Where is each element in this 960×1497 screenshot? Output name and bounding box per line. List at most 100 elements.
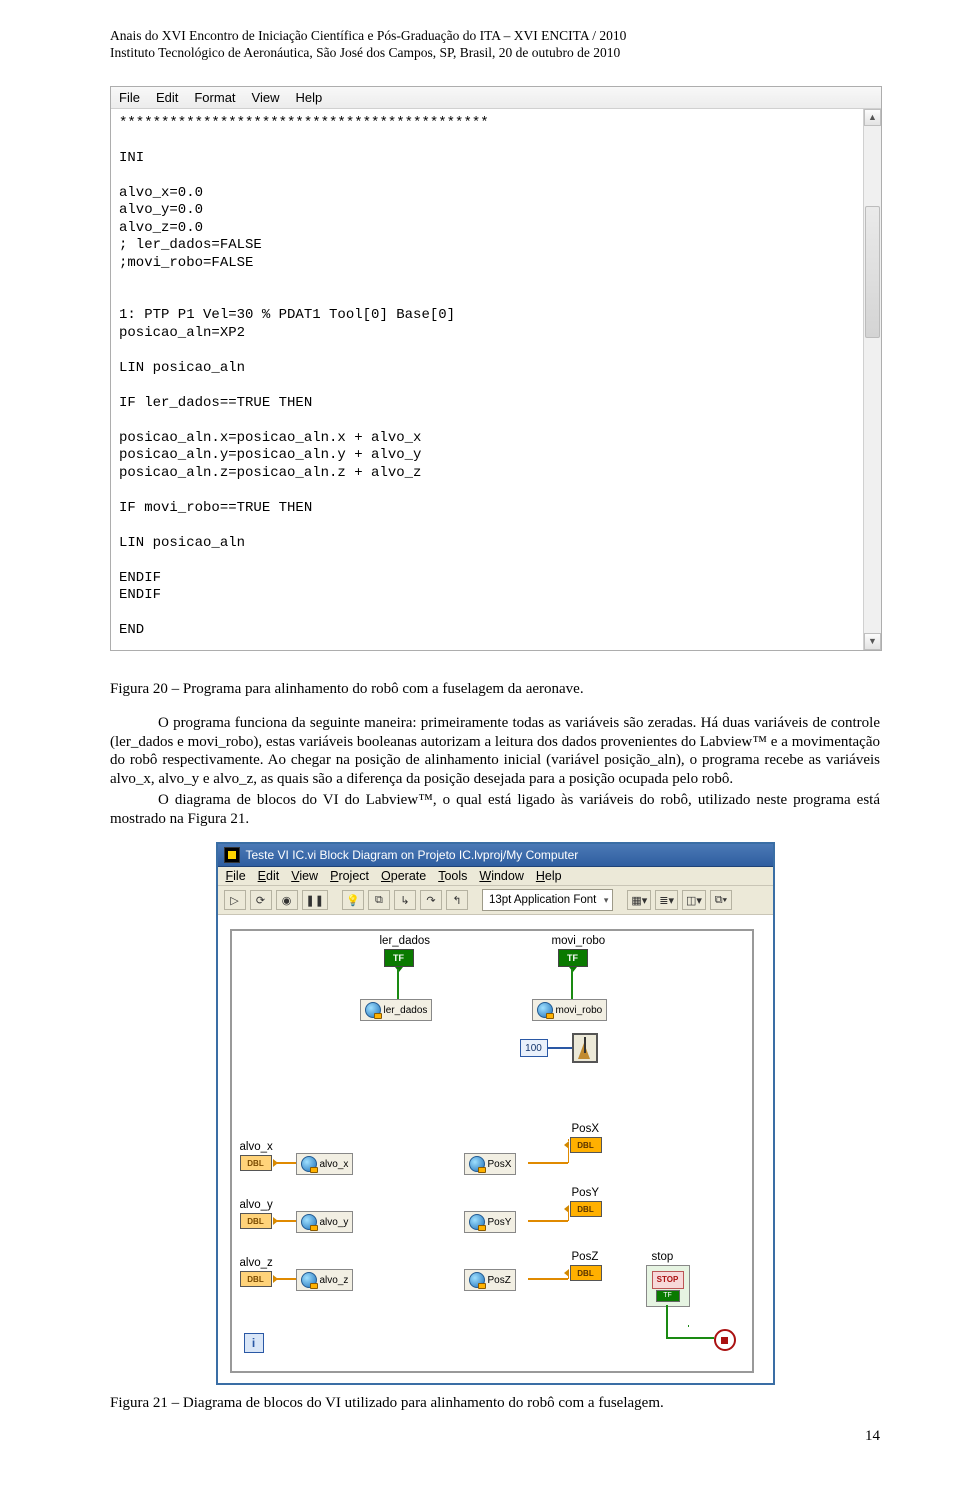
run-continuous-button[interactable]: ⟳ (250, 890, 272, 910)
control-alvo-z[interactable]: DBL (240, 1271, 272, 1287)
loop-condition-stop-icon[interactable] (714, 1329, 736, 1351)
stop-button-icon: STOP (652, 1271, 684, 1289)
lv-menu-window[interactable]: Window (479, 869, 523, 883)
dbl-icon: DBL (570, 1265, 602, 1281)
page-number: 14 (110, 1428, 880, 1445)
control-movi-robo[interactable]: TF (558, 949, 588, 972)
wire (568, 1209, 569, 1221)
control-ler-dados[interactable]: TF (384, 949, 414, 972)
iteration-terminal[interactable]: i (244, 1333, 264, 1353)
page-header: Anais do XVI Encontro de Iniciação Cient… (110, 28, 880, 62)
reorder-button[interactable]: ⧉▾ (710, 890, 732, 910)
control-alvo-y[interactable]: DBL (240, 1213, 272, 1229)
bool-tf-icon: TF (384, 949, 414, 967)
node-ler-dados[interactable]: ler_dados (360, 999, 433, 1021)
node-posx[interactable]: PosX (464, 1153, 517, 1175)
node-posz[interactable]: PosZ (464, 1269, 516, 1291)
retain-wires-button[interactable]: ⧉ (368, 890, 390, 910)
globe-icon (537, 1002, 553, 1018)
scroll-up-button[interactable]: ▲ (864, 109, 881, 126)
dbl-icon: DBL (570, 1201, 602, 1217)
menu-edit[interactable]: Edit (156, 90, 178, 105)
lv-menu-view[interactable]: View (291, 869, 318, 883)
node-movi-robo[interactable]: movi_robo (532, 999, 608, 1021)
constant-100[interactable]: 100 (520, 1039, 548, 1057)
node-label: alvo_x (320, 1159, 349, 1170)
wire (666, 1337, 714, 1339)
dbl-icon: DBL (240, 1271, 272, 1287)
scroll-track[interactable] (864, 126, 881, 633)
stop-control[interactable]: STOP TF (646, 1265, 690, 1307)
wait-ms-node[interactable] (572, 1033, 598, 1063)
wire (274, 1278, 296, 1280)
wire (528, 1162, 568, 1164)
labview-menubar: File Edit View Project Operate Tools Win… (218, 867, 773, 886)
notepad-textarea[interactable]: ****************************************… (111, 109, 863, 650)
menu-help[interactable]: Help (295, 90, 322, 105)
lv-menu-tools[interactable]: Tools (438, 869, 467, 883)
menu-format[interactable]: Format (194, 90, 235, 105)
wire (568, 1145, 569, 1163)
node-label: movi_robo (556, 1005, 603, 1016)
wire (528, 1220, 568, 1222)
node-alvo-x[interactable]: alvo_x (296, 1153, 354, 1175)
node-label: alvo_y (320, 1217, 349, 1228)
label-stop: stop (652, 1251, 674, 1263)
globe-icon (469, 1272, 485, 1288)
lv-menu-help[interactable]: Help (536, 869, 562, 883)
label-posz: PosZ (572, 1251, 599, 1263)
lv-menu-file[interactable]: File (226, 869, 246, 883)
lv-menu-edit[interactable]: Edit (258, 869, 280, 883)
paragraph-1: O programa funciona da seguinte maneira:… (110, 714, 880, 789)
abort-button[interactable]: ◉ (276, 890, 298, 910)
node-posy[interactable]: PosY (464, 1211, 517, 1233)
labview-toolbar: ▷ ⟳ ◉ ❚❚ 💡 ⧉ ↳ ↷ ↰ 13pt Application Font… (218, 886, 773, 915)
labview-window: Teste VI IC.vi Block Diagram on Projeto … (216, 842, 775, 1385)
step-into-button[interactable]: ↳ (394, 890, 416, 910)
notepad-menubar: File Edit Format View Help (111, 87, 881, 109)
indicator-posy[interactable]: DBL (570, 1201, 602, 1217)
header-line-2: Instituto Tecnológico de Aeronáutica, Sã… (110, 45, 880, 62)
scroll-thumb[interactable] (865, 206, 880, 338)
highlight-exec-button[interactable]: 💡 (342, 890, 364, 910)
labview-title-text: Teste VI IC.vi Block Diagram on Projeto … (246, 848, 579, 862)
run-button[interactable]: ▷ (224, 890, 246, 910)
block-diagram-canvas[interactable]: ler_dados TF movi_robo TF ler_dados (218, 915, 773, 1383)
indicator-posz[interactable]: DBL (570, 1265, 602, 1281)
step-over-button[interactable]: ↷ (420, 890, 442, 910)
menu-view[interactable]: View (252, 90, 280, 105)
bool-tf-icon: TF (656, 1290, 680, 1302)
step-out-button[interactable]: ↰ (446, 890, 468, 910)
globe-icon (301, 1272, 317, 1288)
wire (688, 1325, 689, 1327)
control-alvo-x[interactable]: DBL (240, 1155, 272, 1171)
wire (397, 969, 399, 1001)
lv-menu-project[interactable]: Project (330, 869, 369, 883)
wire (274, 1162, 296, 1164)
node-label: alvo_z (320, 1275, 349, 1286)
figure-21-caption: Figura 21 – Diagrama de blocos do VI uti… (110, 1395, 880, 1412)
node-alvo-z[interactable]: alvo_z (296, 1269, 354, 1291)
label-posy: PosY (572, 1187, 600, 1199)
node-alvo-y[interactable]: alvo_y (296, 1211, 354, 1233)
dbl-icon: DBL (240, 1155, 272, 1171)
label-movi-robo: movi_robo (552, 935, 606, 947)
menu-file[interactable]: File (119, 90, 140, 105)
scroll-down-button[interactable]: ▼ (864, 633, 881, 650)
globe-icon (469, 1156, 485, 1172)
distribute-button[interactable]: ≣▾ (655, 890, 678, 910)
pause-button[interactable]: ❚❚ (302, 890, 328, 910)
lv-menu-operate[interactable]: Operate (381, 869, 426, 883)
indicator-posx[interactable]: DBL (570, 1137, 602, 1153)
align-button[interactable]: ▦▾ (627, 890, 651, 910)
scrollbar[interactable]: ▲ ▼ (863, 109, 881, 650)
label-alvo-y: alvo_y (240, 1199, 273, 1211)
while-loop-frame[interactable]: ler_dados TF movi_robo TF ler_dados (230, 929, 754, 1373)
globe-icon (365, 1002, 381, 1018)
wire (666, 1305, 668, 1337)
resize-button[interactable]: ◫▾ (682, 890, 706, 910)
font-selector[interactable]: 13pt Application Font (482, 889, 613, 911)
figure-20-caption: Figura 20 – Programa para alinhamento do… (110, 681, 880, 698)
dbl-icon: DBL (570, 1137, 602, 1153)
paragraph-2: O diagrama de blocos do VI do Labview™, … (110, 791, 880, 829)
